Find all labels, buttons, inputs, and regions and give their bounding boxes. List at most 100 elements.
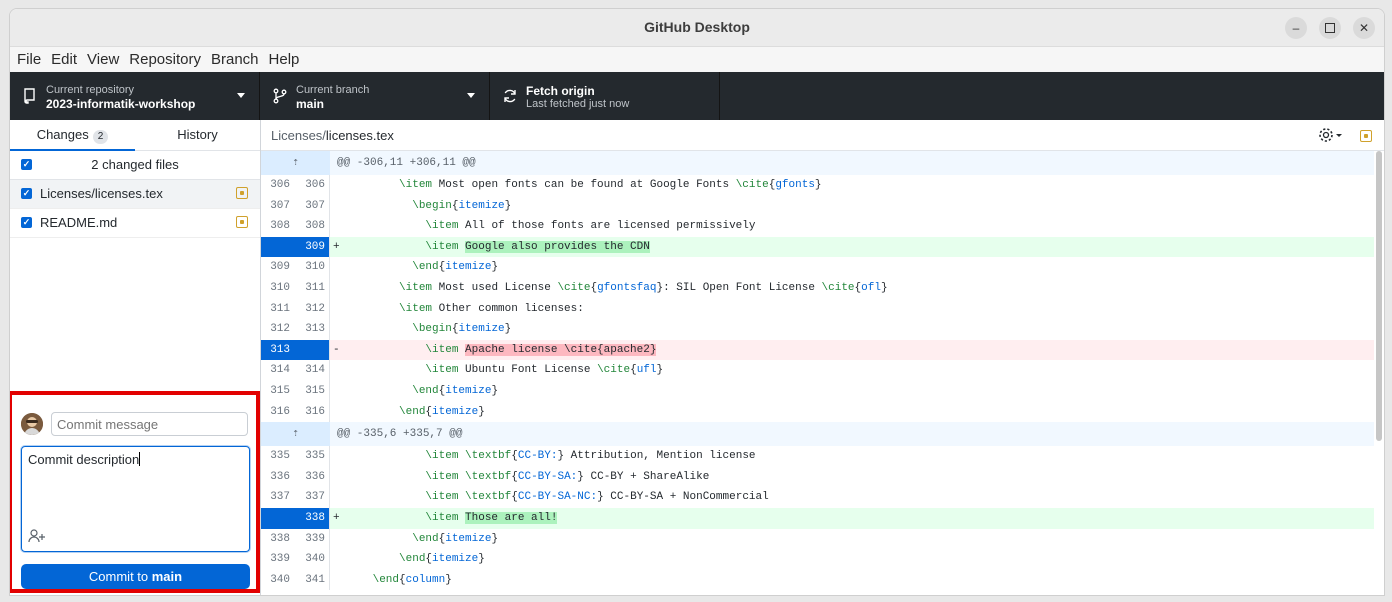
close-button[interactable]: ✕ [1353,17,1375,39]
diff-line[interactable]: 315 315 \end{itemize} [261,380,1374,402]
minimize-button[interactable]: – [1285,17,1307,39]
new-line-number: 311 [305,281,325,294]
commit-description-field[interactable]: Commit description [21,446,250,552]
sidebar-tabs: Changes 2 History [10,120,260,151]
menu-file[interactable]: File [17,51,41,68]
old-line-number: 311 [270,302,290,315]
new-line-number: 307 [305,199,325,212]
tab-history[interactable]: History [135,120,260,150]
sync-icon [504,89,516,103]
code-text: \item \textbf{CC-BY-SA:} CC-BY + ShareAl… [425,470,710,483]
file-list-item[interactable]: ✓ README.md [10,209,260,238]
diff-line[interactable]: 310 311 \item Most used License \cite{gfo… [261,277,1374,299]
new-line-number: 316 [305,405,325,418]
menu-repository[interactable]: Repository [129,51,201,68]
old-line-number: 338 [270,532,290,545]
code-text: \begin{itemize} [412,199,512,212]
diff-line[interactable]: 313 - \item Apache license \cite{apache2} [261,339,1374,361]
old-line-number: 309 [270,261,290,274]
toolbar: Current repository 2023-informatik-works… [10,72,1384,120]
expand-icon[interactable]: ⇡ [261,422,330,447]
old-line-number: 339 [270,553,290,566]
new-line-number: 338 [305,511,325,524]
code-text: \end{itemize} [412,532,499,545]
chevron-down-icon [467,93,475,98]
commit-description-text: Commit description [28,452,141,467]
code-text: \item Other common licenses: [399,302,584,315]
code-text: \item Most used License \cite{gfontsfaq}… [399,281,888,294]
diff-line[interactable]: 339 340 \end{itemize} [261,549,1374,570]
menu-help[interactable]: Help [269,51,300,68]
new-line-number: 309 [305,240,325,253]
old-line-number [261,237,295,258]
old-line-number: 307 [270,199,290,212]
old-line-number: 314 [270,364,290,377]
code-text: + \item Google also provides the CDN [333,240,650,253]
branch-label: Current branch [296,84,370,96]
changed-files-header: ✓ 2 changed files [10,151,260,180]
diff-line[interactable]: 311 312 \item Other common licenses: [261,298,1374,320]
current-branch-button[interactable]: Current branch main [260,72,490,120]
menu-edit[interactable]: Edit [51,51,77,68]
code-text: \item Most open fonts can be found at Go… [399,179,822,191]
code-text: \item All of those fonts are licensed pe… [425,220,756,233]
old-line-number: 310 [270,281,290,294]
diff-line[interactable]: 309 + \item Google also provides the CDN [261,236,1374,258]
diff-line[interactable]: 337 337 \item \textbf{CC-BY-SA-NC:} CC-BY… [261,487,1374,508]
add-coauthor-icon[interactable] [28,529,46,543]
avatar-image [21,413,43,435]
commit-panel: Commit description Commit to main [10,400,260,595]
diff-line[interactable]: 314 314 \item Ubuntu Font License \cite{u… [261,360,1374,381]
old-line-number: 336 [270,470,290,483]
branch-name: main [296,97,325,111]
old-line-number [261,508,295,529]
modified-icon [1360,130,1372,142]
diff-line[interactable]: 308 308 \item All of those fonts are lice… [261,216,1374,237]
current-repository-button[interactable]: Current repository 2023-informatik-works… [10,72,260,120]
commit-summary-input[interactable] [51,412,248,436]
diff-line[interactable]: 312 313 \begin{itemize} [261,319,1374,340]
menu-view[interactable]: View [87,51,119,68]
sidebar: Changes 2 History ✓ 2 changed files ✓ Lic… [10,120,261,595]
hunk-header: ⇡ @@ -335,6 +335,7 @@ [261,422,1374,447]
old-line-number: 313 [270,343,290,356]
minimize-icon: – [1292,21,1300,35]
maximize-button[interactable] [1319,17,1341,39]
diff-line[interactable]: 306 306 \item Most open fonts can be foun… [261,175,1374,196]
diff-line[interactable]: 338 339 \end{itemize} [261,528,1374,550]
new-line-number: 337 [305,491,325,504]
new-line-number: 341 [305,573,325,586]
diff-line[interactable]: 340 341 \end{column} [261,569,1374,591]
old-line-number: 340 [270,573,290,586]
gear-icon[interactable] [1318,127,1344,143]
tab-changes[interactable]: Changes 2 [10,120,135,151]
fetch-origin-button[interactable]: Fetch origin Last fetched just now [490,72,720,120]
file-name: Licenses/licenses.tex [40,186,163,201]
code-text: \end{itemize} [399,553,485,566]
file-name: README.md [40,215,118,230]
new-line-number: 335 [305,450,325,463]
hunk-text: @@ -306,11 +306,11 @@ [337,157,476,169]
diff-line[interactable]: 309 310 \end{itemize} [261,257,1374,278]
diff-panel: Licenses/licenses.tex ⇡ @@ -306,11 +306,1… [261,120,1384,595]
repo-name: 2023-informatik-workshop [46,97,196,111]
diff-line[interactable]: 336 336 \item \textbf{CC-BY-SA:} CC-BY + … [261,466,1374,488]
diff-line[interactable]: 335 335 \item \textbf{CC-BY:} Attribution… [261,446,1374,467]
diff-line[interactable]: 307 307 \begin{itemize} [261,195,1374,217]
old-line-number: 312 [270,323,290,336]
modified-icon [236,216,248,228]
diff-line[interactable]: 316 316 \end{itemize} [261,401,1374,423]
new-line-number: 314 [305,364,325,377]
new-line-number: 308 [305,220,325,233]
file-list-item[interactable]: ✓ Licenses/licenses.tex [10,180,260,209]
old-line-number: 335 [270,450,290,463]
file-path: Licenses/licenses.tex [271,128,394,143]
branch-icon [273,88,287,104]
file-checkbox[interactable]: ✓ [21,217,32,228]
file-checkbox[interactable]: ✓ [21,188,32,199]
diff-line[interactable]: 338 + \item Those are all! [261,507,1374,529]
menu-branch[interactable]: Branch [211,51,259,68]
commit-button[interactable]: Commit to main [21,564,250,589]
expand-icon[interactable]: ⇡ [261,151,330,175]
scrollbar[interactable] [1376,151,1382,441]
